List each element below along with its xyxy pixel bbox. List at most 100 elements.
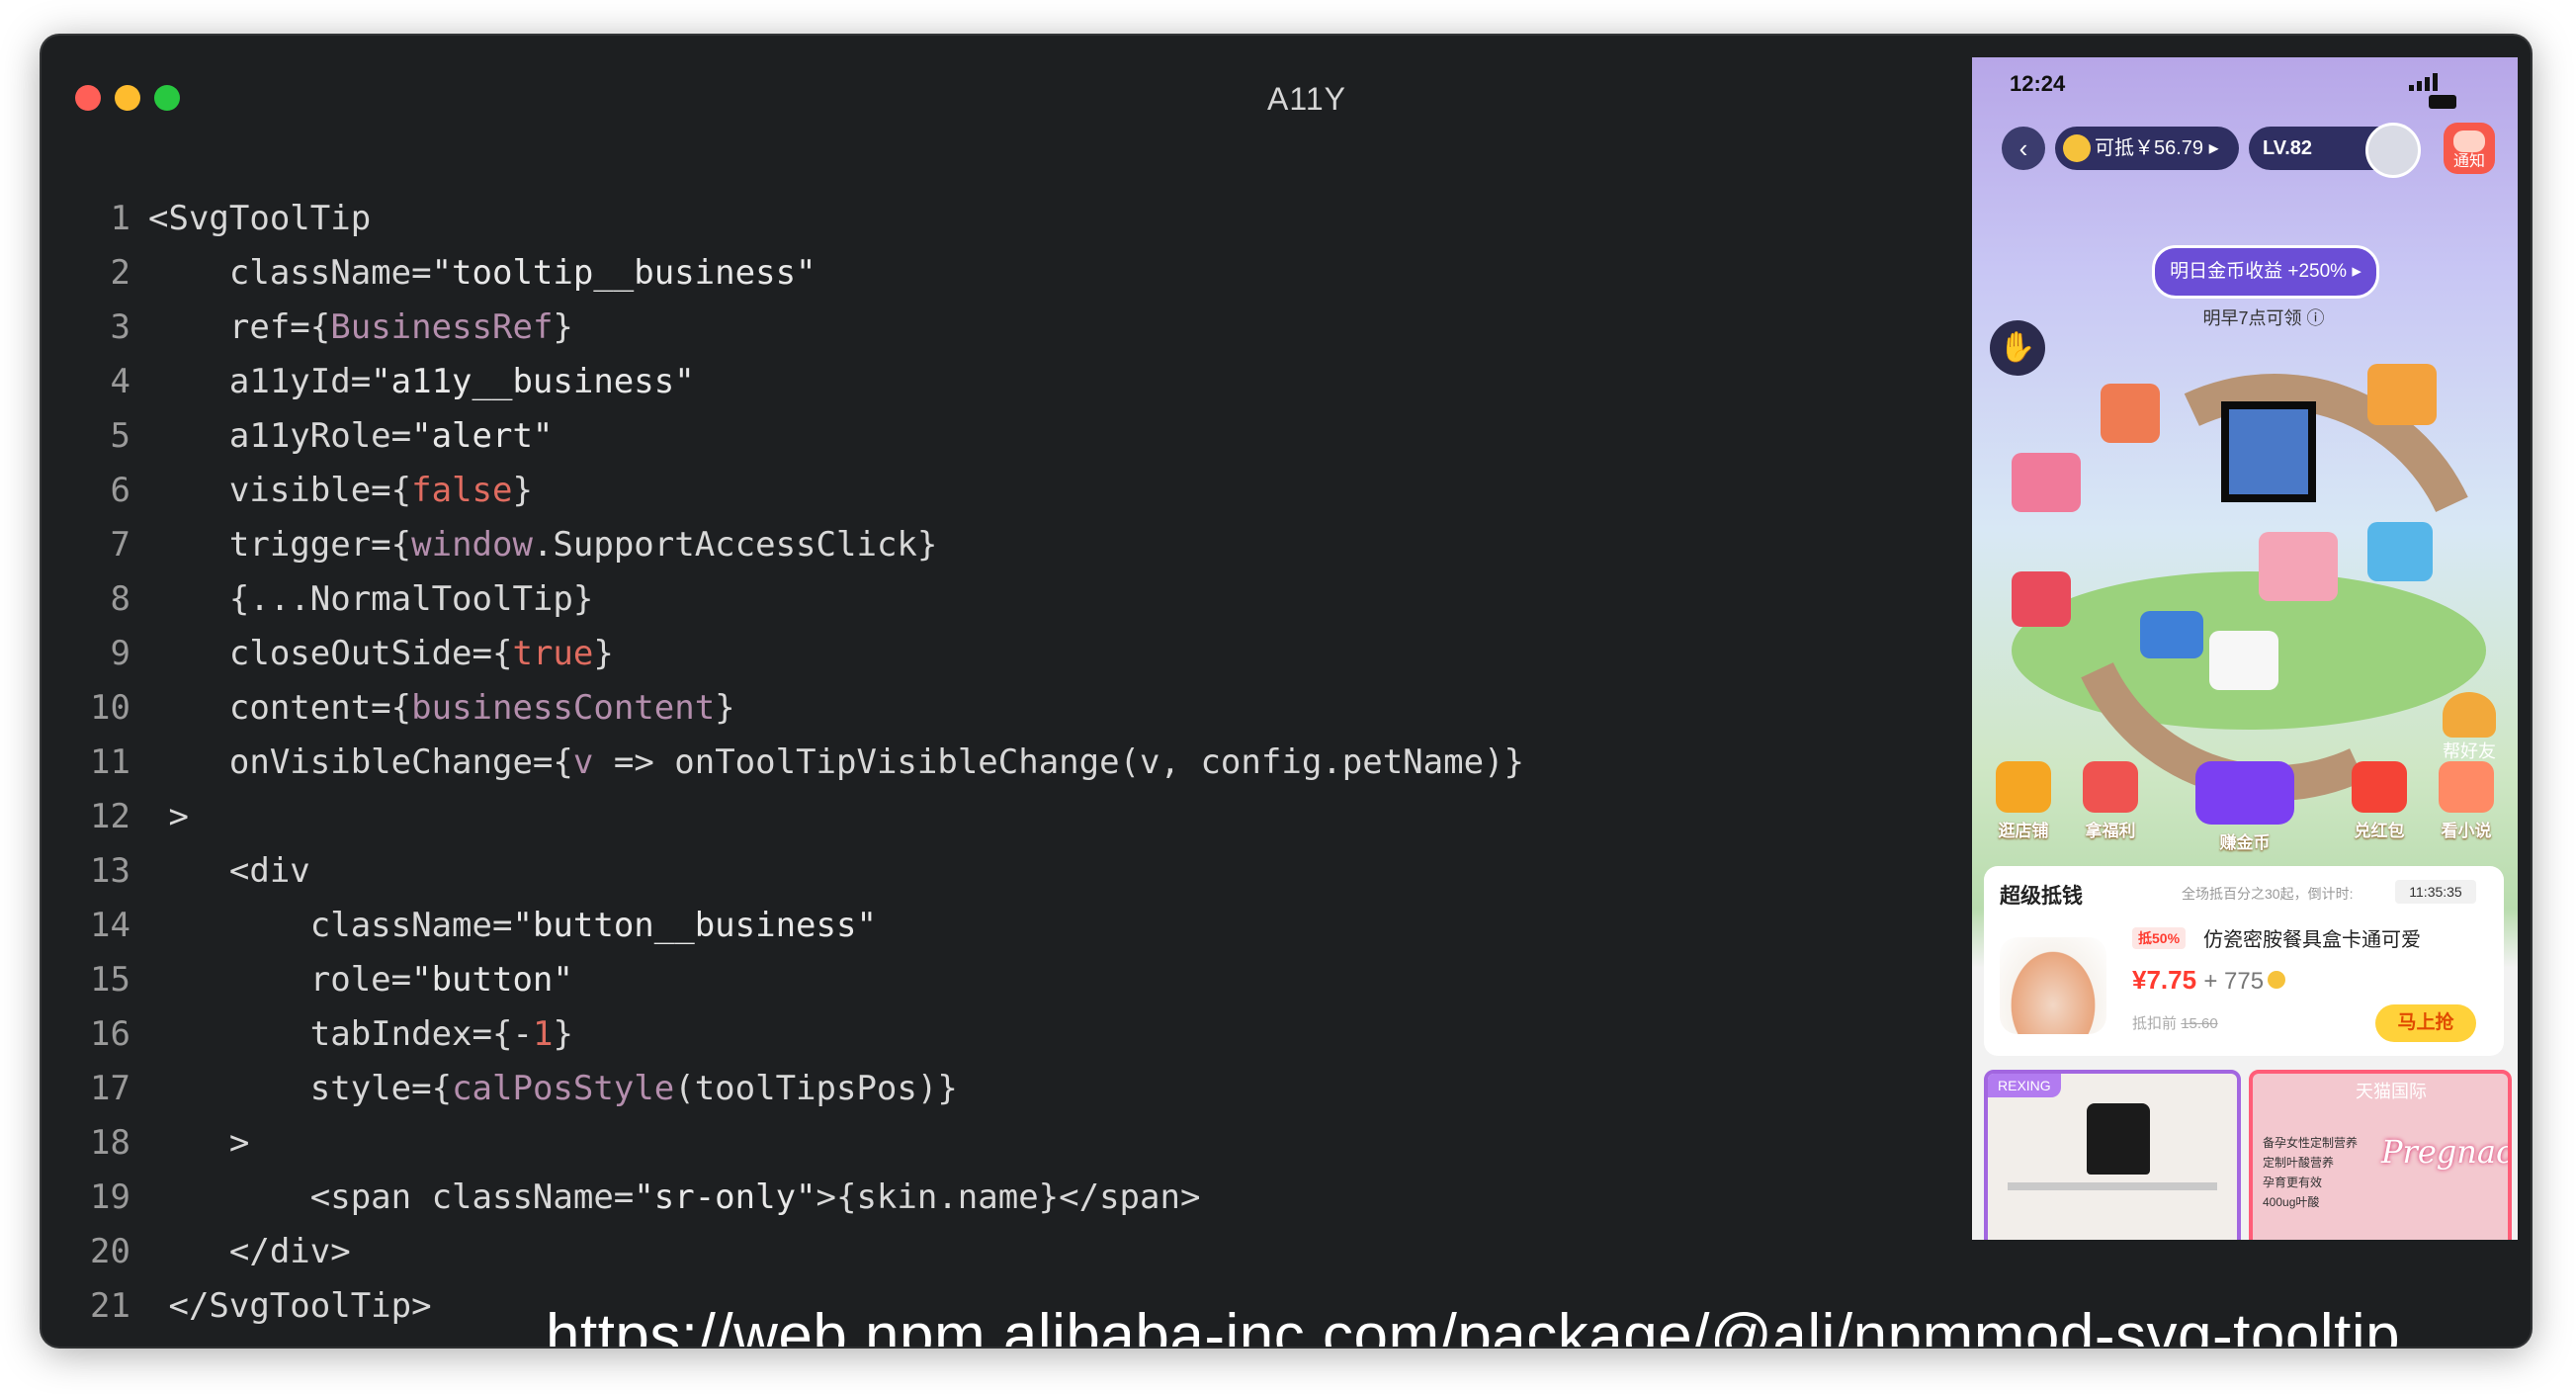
deal-title: 超级抵钱	[2000, 885, 2083, 908]
code-token: "alert"	[411, 416, 554, 456]
tshirt-image	[2087, 1103, 2150, 1175]
shop-building[interactable]	[2259, 532, 2338, 601]
product-image[interactable]	[2000, 937, 2106, 1034]
helper-button[interactable]: 帮好友	[2435, 692, 2504, 761]
code-token: }	[553, 307, 573, 347]
code-line: 4 a11yId="a11y__business"	[42, 355, 1524, 409]
code-token: {...NormalToolTip}	[148, 579, 594, 619]
line-number: 14	[90, 906, 130, 945]
back-button[interactable]: ‹	[2002, 127, 2045, 170]
code-line: 18 >	[42, 1116, 1524, 1171]
line-number: 17	[90, 1069, 130, 1108]
code-token: .SupportAccessClick}	[532, 525, 938, 565]
shop-building[interactable]	[2367, 522, 2433, 581]
original-price: 抵扣前 15.60	[2132, 1012, 2218, 1033]
code-token: BusinessRef	[330, 307, 554, 347]
bonus-sub-label: 明早7点可领	[2202, 308, 2302, 328]
game-nav: 逛店铺 拿福利 赚金币 兑红包 看小说	[1972, 761, 2518, 860]
code-token: </SvgToolTip>	[148, 1286, 432, 1326]
code-token: {	[492, 634, 513, 673]
hand-icon[interactable]: ✋	[1990, 320, 2045, 376]
shop-building[interactable]	[2367, 364, 2437, 425]
nav-earn-coins[interactable]: 赚金币	[2186, 761, 2304, 853]
code-token: <span className=	[148, 1177, 635, 1217]
line-number: 18	[90, 1123, 130, 1163]
code-token: tabIndex=	[148, 1014, 492, 1054]
code-token: role=	[148, 960, 412, 1000]
tile-feature: 400ug叶酸	[2263, 1195, 2320, 1209]
status-time: 12:24	[2010, 71, 2066, 96]
signal-icon	[2409, 73, 2488, 109]
notice-label: 通知	[2452, 153, 2485, 170]
bonus-pill[interactable]: 明日金币收益 +250% ▸	[2152, 245, 2379, 299]
code-token: <div	[148, 851, 310, 891]
code-line: 6 visible={false}	[42, 464, 1524, 518]
rack-image	[2008, 1182, 2217, 1190]
product-tile[interactable]: 天猫国际 备孕女性定制营养 定制叶酸营养 孕育更有效 400ug叶酸 Pregn…	[2249, 1070, 2512, 1240]
code-block: 1 <SvgToolTip 2 className="tooltip__busine…	[42, 192, 1524, 1334]
code-line: 15 role="button"	[42, 953, 1524, 1007]
buy-now-button[interactable]: 马上抢	[2375, 1004, 2476, 1042]
shop-building[interactable]	[2101, 384, 2160, 443]
package-url: https://web.npm.alibaba-inc.com/package/…	[546, 1302, 2401, 1347]
level-label: LV.82	[2263, 137, 2313, 159]
code-line: 8 {...NormalToolTip}	[42, 572, 1524, 627]
code-token: ref=	[148, 307, 310, 347]
code-token: false	[411, 471, 513, 510]
status-bar: 12:24	[1972, 57, 2518, 117]
code-token: {	[390, 688, 412, 728]
focused-item-highlight[interactable]	[2221, 401, 2316, 502]
code-token: {	[390, 525, 412, 565]
code-token: }	[593, 634, 614, 673]
line-number: 5	[110, 416, 130, 456]
line-number: 19	[90, 1177, 130, 1217]
nav-novel[interactable]: 看小说	[2427, 761, 2506, 841]
deal-card[interactable]: 超级抵钱 全场抵百分之30起，倒计时: 11:35:35 抵50% 仿瓷密胺餐具…	[1984, 866, 2504, 1056]
avatar[interactable]	[2365, 123, 2421, 178]
line-number: 1	[110, 199, 130, 238]
code-token: content=	[148, 688, 391, 728]
nav-shop[interactable]: 逛店铺	[1984, 761, 2063, 841]
nav-welfare[interactable]: 拿福利	[2071, 761, 2150, 841]
code-token: className=	[148, 906, 513, 945]
code-token: visible=	[148, 471, 391, 510]
product-tile[interactable]: REXING	[1984, 1070, 2241, 1240]
code-token: businessContent	[411, 688, 716, 728]
shop-building[interactable]	[2012, 453, 2081, 512]
code-line: 1 <SvgToolTip	[42, 192, 1524, 246]
line-number: 16	[90, 1014, 130, 1054]
bonus-label: 明日金币收益 +250%	[2170, 261, 2348, 282]
line-number: 6	[110, 471, 130, 510]
code-token: {	[390, 471, 412, 510]
tile-feature: 备孕女性定制营养	[2263, 1136, 2359, 1150]
line-number: 11	[90, 742, 130, 782]
shop-building[interactable]	[2209, 631, 2278, 690]
price-value: ¥7.75	[2132, 965, 2197, 995]
shop-building[interactable]	[2140, 611, 2203, 658]
code-token: 1	[532, 1014, 554, 1054]
code-line: 11 onVisibleChange={v => onToolTipVisibl…	[42, 736, 1524, 790]
game-top-bar: ‹ 可抵￥56.79 ▸ LV.82 通知	[1972, 119, 2518, 178]
nav-red-packet[interactable]: 兑红包	[2340, 761, 2419, 841]
tile-feature: 孕育更有效	[2263, 1176, 2323, 1189]
code-line: 10 content={businessContent}	[42, 681, 1524, 736]
code-token: "a11y__business"	[371, 362, 695, 401]
notice-button[interactable]: 通知	[2444, 123, 2495, 174]
price-plus: + 775	[2203, 968, 2265, 995]
line-number: 2	[110, 253, 130, 293]
code-token: true	[512, 634, 594, 673]
code-line: 12 >	[42, 790, 1524, 844]
code-token: </div>	[148, 1232, 351, 1271]
shop-building[interactable]	[2012, 571, 2071, 627]
code-token: {	[553, 742, 573, 782]
code-line: 2 className="tooltip__business"	[42, 246, 1524, 301]
coin-balance-pill[interactable]: 可抵￥56.79 ▸	[2055, 127, 2239, 170]
code-token: >	[148, 797, 189, 836]
tile-feature-list: 备孕女性定制营养 定制叶酸营养 孕育更有效 400ug叶酸	[2263, 1133, 2371, 1212]
code-token: onVisibleChange=	[148, 742, 554, 782]
code-token: <SvgToolTip	[148, 199, 372, 238]
line-number: 9	[110, 634, 130, 673]
code-token: => onToolTipVisibleChange(v, config.petN…	[593, 742, 1524, 782]
code-line: 13 <div	[42, 844, 1524, 899]
nav-label: 逛店铺	[1998, 822, 2049, 840]
